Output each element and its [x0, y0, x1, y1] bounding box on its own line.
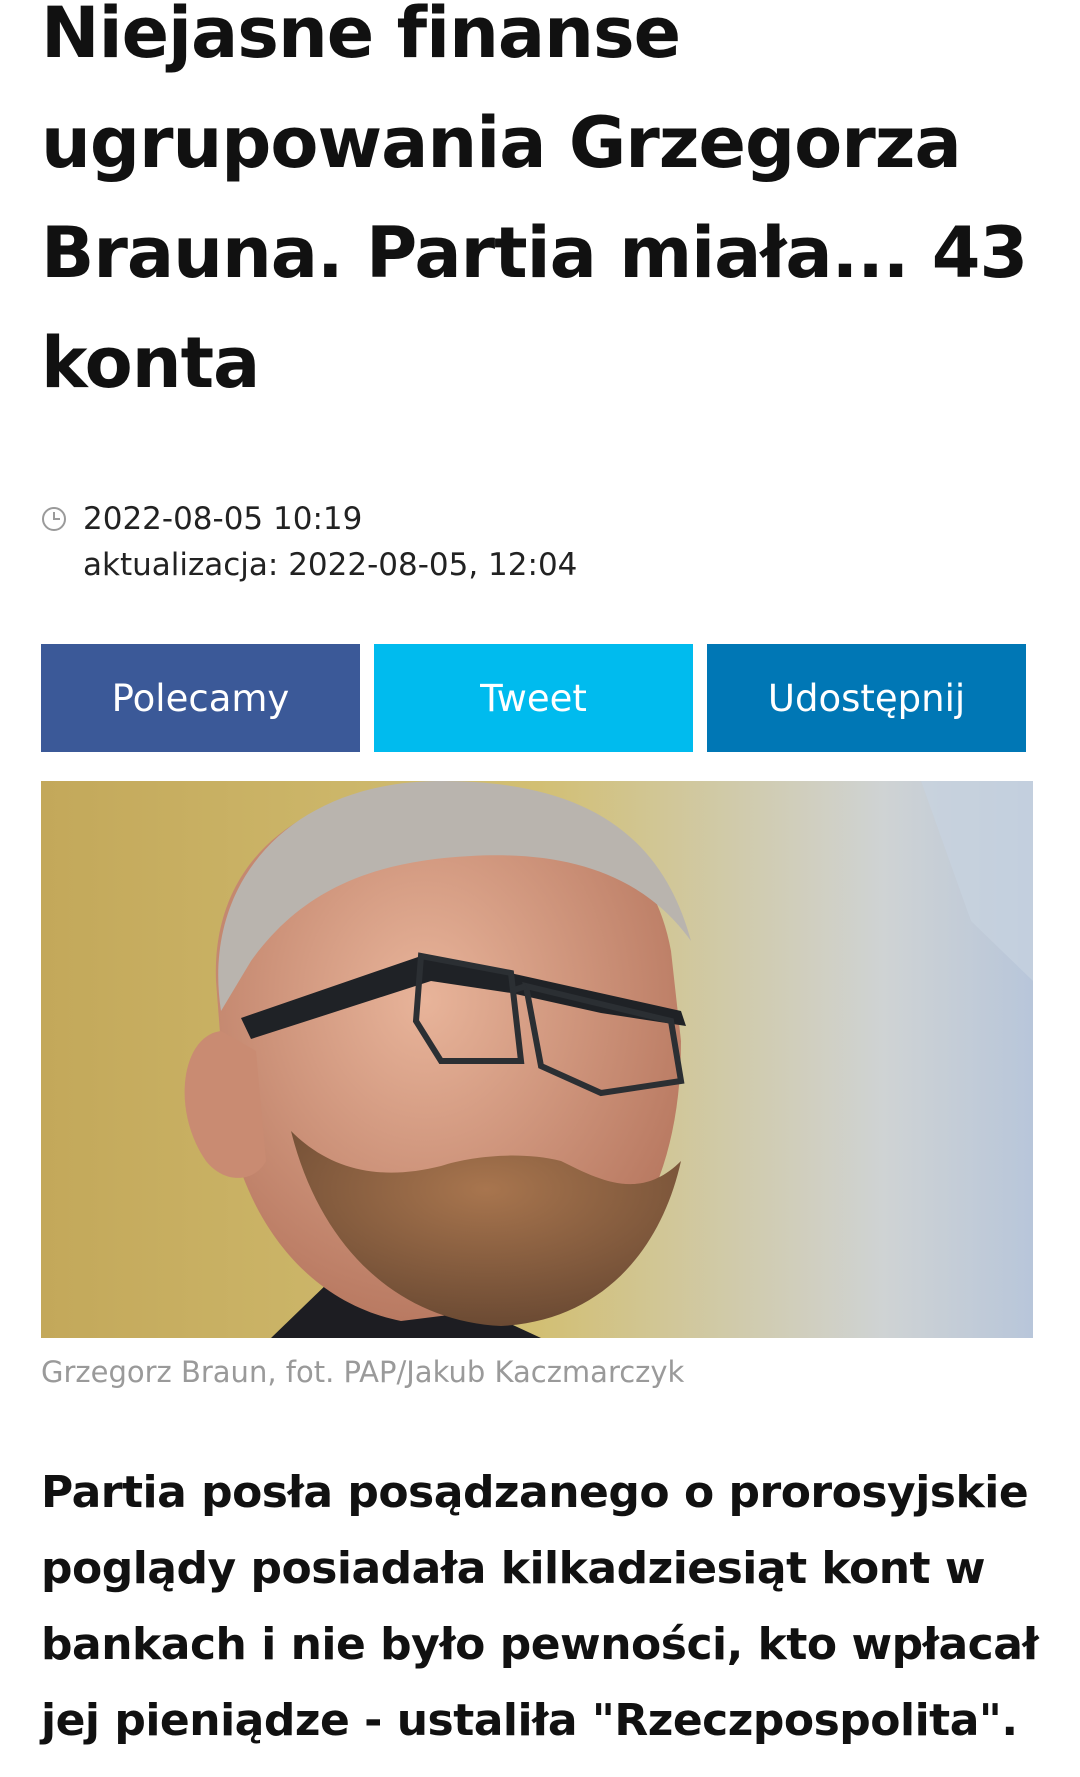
- article-photo: [41, 781, 1033, 1338]
- facebook-share-button[interactable]: Polecamy: [41, 644, 360, 752]
- portrait-illustration: [41, 781, 1033, 1338]
- twitter-share-button[interactable]: Tweet: [374, 644, 693, 752]
- image-caption: Grzegorz Braun, fot. PAP/Jakub Kaczmarcz…: [41, 1355, 685, 1389]
- publish-date: 2022-08-05 10:19: [83, 501, 363, 537]
- clock-icon: [42, 507, 66, 531]
- publish-date-row: 2022-08-05 10:19: [41, 496, 577, 542]
- article-title: Niejasne finanse ugrupowania Grzegorza B…: [41, 0, 1028, 404]
- article-meta: 2022-08-05 10:19 aktualizacja: 2022-08-0…: [41, 496, 577, 588]
- share-bar: Polecamy Tweet Udostępnij: [41, 644, 1026, 752]
- article-lead: Partia posła posądzanego o prorosyjskie …: [41, 1467, 1039, 1746]
- update-date: aktualizacja: 2022-08-05, 12:04: [83, 547, 578, 583]
- linkedin-share-button[interactable]: Udostępnij: [707, 644, 1026, 752]
